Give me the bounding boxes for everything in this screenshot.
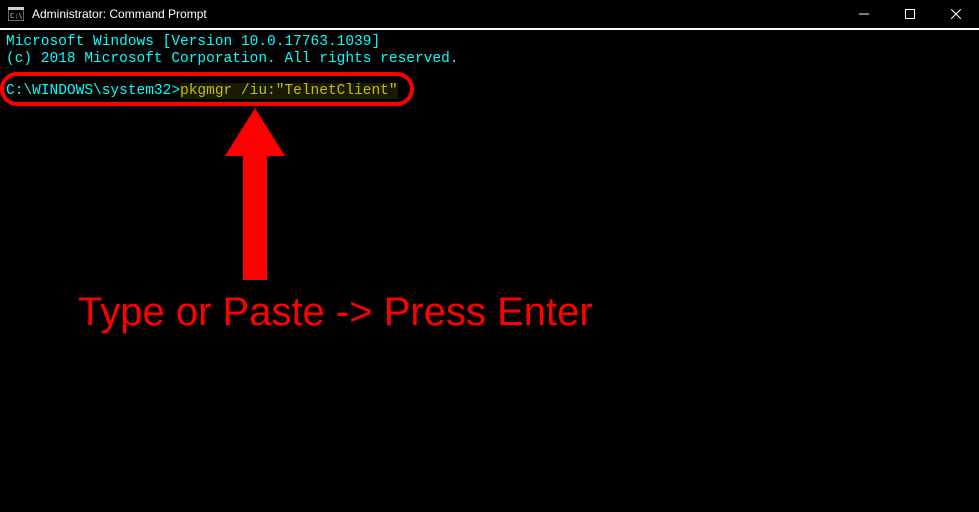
copyright-line: (c) 2018 Microsoft Corporation. All righ…	[6, 51, 973, 68]
close-button[interactable]	[933, 0, 979, 28]
window-title: Administrator: Command Prompt	[30, 7, 841, 21]
prompt-path: C:\WINDOWS\system32>	[6, 83, 180, 99]
command-text: pkgmgr /iu:"TelnetClient"	[180, 83, 398, 99]
window-controls	[841, 0, 979, 28]
version-line: Microsoft Windows [Version 10.0.17763.10…	[6, 34, 973, 51]
prompt-line: C:\WINDOWS\system32>pkgmgr /iu:"TelnetCl…	[6, 83, 973, 100]
maximize-button[interactable]	[887, 0, 933, 28]
terminal-area[interactable]: Microsoft Windows [Version 10.0.17763.10…	[0, 30, 979, 104]
cmd-icon: C:\	[8, 6, 24, 22]
annotation-text: Type or Paste -> Press Enter	[78, 290, 593, 335]
minimize-button[interactable]	[841, 0, 887, 28]
titlebar[interactable]: C:\ Administrator: Command Prompt	[0, 0, 979, 30]
annotation-arrow-icon	[225, 108, 285, 280]
svg-text:C:\: C:\	[10, 12, 23, 20]
